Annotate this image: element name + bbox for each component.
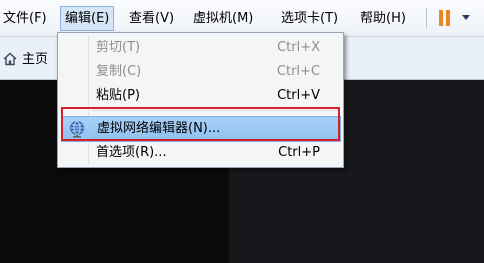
menu-item-cut[interactable]: 剪切(T) Ctrl+X <box>60 37 341 59</box>
menu-item-virtual-network-editor[interactable]: 虚拟网络编辑器(N)... <box>61 116 341 142</box>
menu-item-label: 首选项(R)... <box>96 145 167 160</box>
home-icon <box>3 52 17 66</box>
chevron-down-icon[interactable] <box>462 15 470 20</box>
menu-vm[interactable]: 虚拟机(M) <box>190 7 256 31</box>
pause-icon[interactable] <box>438 10 452 26</box>
menu-item-shortcut: Ctrl+P <box>278 145 320 160</box>
menu-edit[interactable]: 编辑(E) <box>60 6 115 31</box>
globe-network-icon <box>70 121 84 138</box>
menu-tabs[interactable]: 选项卡(T) <box>278 7 341 31</box>
menu-item-label: 虚拟网络编辑器(N)... <box>97 121 221 136</box>
menu-item-label: 粘贴(P) <box>96 88 140 103</box>
edit-menu-dropdown: 剪切(T) Ctrl+X 复制(C) Ctrl+C 粘贴(P) Ctrl+V 虚… <box>57 32 344 168</box>
menu-view[interactable]: 查看(V) <box>126 7 177 31</box>
menu-separator <box>92 110 340 111</box>
toolbar-separator <box>426 8 427 28</box>
menu-item-paste[interactable]: 粘贴(P) Ctrl+V <box>60 85 341 107</box>
menu-help[interactable]: 帮助(H) <box>357 7 409 31</box>
menu-item-shortcut: Ctrl+X <box>277 40 320 55</box>
menu-item-label: 复制(C) <box>96 64 142 79</box>
menu-item-shortcut: Ctrl+C <box>276 64 320 79</box>
menu-item-shortcut: Ctrl+V <box>277 88 320 103</box>
tab-home[interactable]: 主页 <box>0 49 58 71</box>
menu-item-copy[interactable]: 复制(C) Ctrl+C <box>60 61 341 83</box>
menu-item-preferences[interactable]: 首选项(R)... Ctrl+P <box>60 142 341 164</box>
menu-file[interactable]: 文件(F) <box>0 7 50 31</box>
tab-home-label: 主页 <box>22 52 49 67</box>
menu-item-label: 剪切(T) <box>96 40 141 55</box>
